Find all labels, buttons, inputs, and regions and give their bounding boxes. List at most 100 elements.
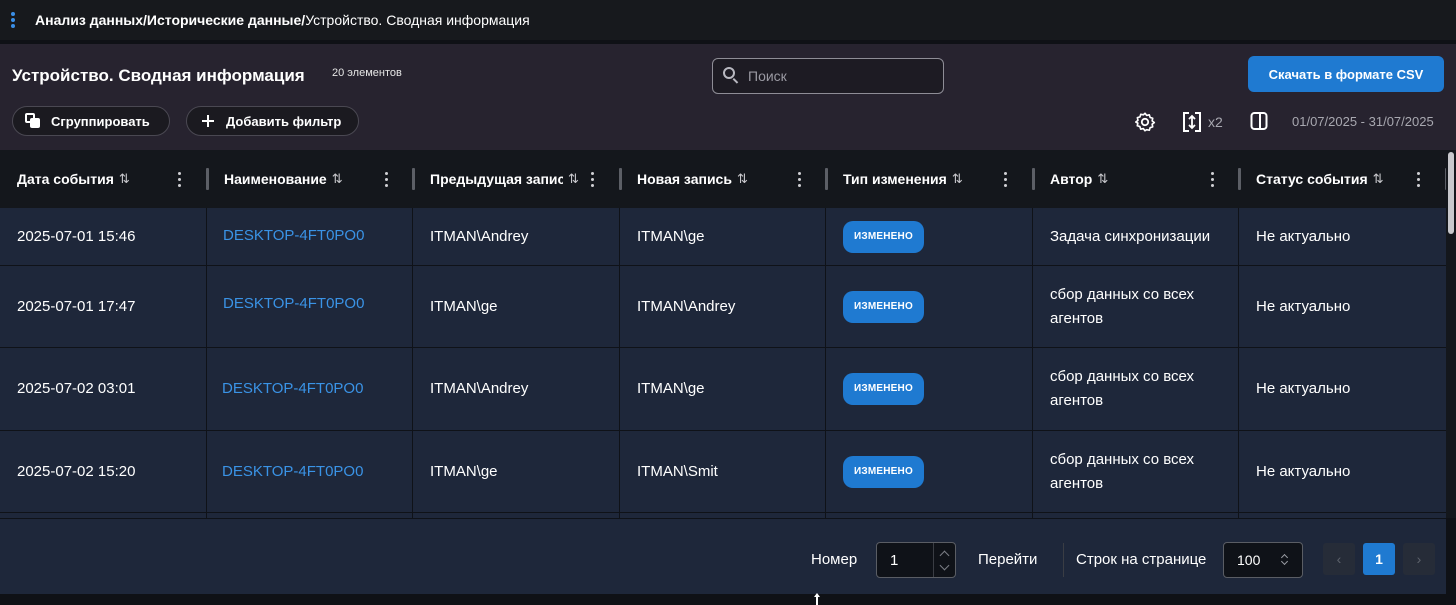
gear-icon[interactable] bbox=[1134, 111, 1156, 133]
page-number-input[interactable]: 1 bbox=[876, 542, 956, 578]
cell-type: ИЗМЕНЕНО bbox=[826, 348, 1033, 430]
element-count: 20 элементов bbox=[332, 67, 402, 79]
column-header-author[interactable]: Автор ⇅ bbox=[1033, 150, 1241, 208]
cell-author: Задача синхронизации bbox=[1033, 208, 1239, 265]
next-page-button[interactable]: › bbox=[1403, 543, 1435, 575]
add-filter-button[interactable]: Добавить фильтр bbox=[186, 106, 359, 136]
sort-icon[interactable]: ⇅ bbox=[332, 171, 343, 187]
cell-new: ITMAN\ge bbox=[620, 348, 826, 430]
device-link[interactable]: DESKTOP-4FT0PO0 bbox=[207, 266, 413, 347]
breadcrumb-item-historical[interactable]: Исторические данные/ bbox=[147, 12, 305, 28]
sort-icon[interactable]: ⇅ bbox=[1097, 171, 1108, 187]
kebab-icon[interactable] bbox=[385, 171, 389, 187]
cell-date: 2025-07-01 17:47 bbox=[0, 266, 207, 347]
status-badge: ИЗМЕНЕНО bbox=[843, 290, 924, 323]
column-header-type[interactable]: Тип изменения ⇅ bbox=[826, 150, 1035, 208]
group-icon bbox=[25, 113, 41, 129]
table-row[interactable]: 2025-07-01 15:46 DESKTOP-4FT0PO0 ITMAN\A… bbox=[0, 208, 1446, 266]
rows-per-page-select[interactable]: 100 bbox=[1223, 542, 1303, 578]
status-badge: ИЗМЕНЕНО bbox=[843, 455, 924, 488]
zoom-label: x2 bbox=[1208, 114, 1223, 130]
footer-divider bbox=[1063, 543, 1064, 577]
cell-author: сбор данных со всех агентов bbox=[1033, 266, 1239, 347]
data-table: Дата события ⇅ Наименование ⇅ Предыдущая… bbox=[0, 150, 1446, 518]
column-header-new[interactable]: Новая запись ⇅ bbox=[620, 150, 828, 208]
device-link[interactable]: DESKTOP-4FT0PO0 bbox=[207, 208, 413, 265]
status-badge: ИЗМЕНЕНО bbox=[843, 373, 924, 405]
scroll-thumb[interactable] bbox=[1448, 152, 1454, 234]
sort-icon[interactable]: ⇅ bbox=[737, 171, 748, 187]
column-header-status[interactable]: Статус события ⇅ bbox=[1239, 150, 1446, 208]
cell-status: Не актуально bbox=[1256, 462, 1351, 480]
date-range[interactable]: 01/07/2025 - 31/07/2025 bbox=[1292, 114, 1434, 129]
cell-type: ИЗМЕНЕНО bbox=[826, 208, 1033, 265]
kebab-icon[interactable] bbox=[591, 171, 595, 187]
menu-dots-icon[interactable] bbox=[0, 0, 26, 40]
page-title: Устройство. Сводная информация bbox=[12, 66, 305, 85]
table-row[interactable]: 2025-07-02 15:20 DESKTOP-4FT0PO0 ITMAN\g… bbox=[0, 431, 1446, 513]
kebab-icon[interactable] bbox=[178, 171, 182, 187]
page-header: Устройство. Сводная информация 20 элемен… bbox=[0, 44, 1456, 150]
chevron-down-icon[interactable] bbox=[939, 560, 950, 571]
table-body: 2025-07-01 15:46 DESKTOP-4FT0PO0 ITMAN\A… bbox=[0, 208, 1446, 518]
bottom-strip bbox=[0, 594, 1456, 605]
rows-per-page-label: Строк на странице bbox=[1076, 551, 1207, 568]
top-bar: Анализ данных/ Исторические данные/ Устр… bbox=[0, 0, 1456, 40]
page-number-label: Номер bbox=[811, 551, 858, 568]
breadcrumb-item-current: Устройство. Сводная информация bbox=[305, 12, 530, 28]
search-box[interactable] bbox=[712, 58, 944, 94]
cell-previous: ITMAN\Andrey bbox=[413, 348, 620, 430]
breadcrumb: Анализ данных/ Исторические данные/ Устр… bbox=[35, 12, 530, 28]
pagination-footer: Номер 1 Перейти Строк на странице 100 ‹ … bbox=[0, 518, 1446, 594]
kebab-icon[interactable] bbox=[1211, 171, 1215, 187]
current-page-button[interactable]: 1 bbox=[1363, 543, 1395, 575]
table-header: Дата события ⇅ Наименование ⇅ Предыдущая… bbox=[0, 150, 1446, 208]
resize-icon[interactable] bbox=[1181, 110, 1203, 134]
cell-previous: ITMAN\ge bbox=[413, 266, 620, 347]
vertical-scrollbar[interactable] bbox=[1446, 150, 1456, 518]
cell-date: 2025-07-02 03:01 bbox=[0, 348, 207, 430]
cursor-icon bbox=[814, 593, 820, 605]
sort-icon[interactable]: ⇅ bbox=[952, 171, 963, 187]
kebab-icon[interactable] bbox=[1004, 171, 1008, 187]
group-button-label: Сгруппировать bbox=[51, 113, 150, 129]
group-button[interactable]: Сгруппировать bbox=[12, 106, 170, 136]
go-button[interactable]: Перейти bbox=[978, 551, 1037, 568]
download-csv-button[interactable]: Скачать в формате CSV bbox=[1248, 56, 1444, 92]
column-header-previous[interactable]: Предыдущая запись ⇅ bbox=[413, 150, 622, 208]
breadcrumb-item-analysis[interactable]: Анализ данных/ bbox=[35, 12, 147, 28]
table-row[interactable]: 2025-07-01 17:47 DESKTOP-4FT0PO0 ITMAN\g… bbox=[0, 266, 1446, 348]
chevron-up-icon[interactable] bbox=[939, 550, 950, 561]
cell-status: Не актуально bbox=[1256, 227, 1351, 245]
add-filter-label: Добавить фильтр bbox=[226, 113, 342, 129]
prev-page-button[interactable]: ‹ bbox=[1323, 543, 1355, 575]
cell-date: 2025-07-02 15:20 bbox=[0, 431, 207, 512]
sort-icon[interactable]: ⇅ bbox=[568, 171, 579, 187]
cell-type: ИЗМЕНЕНО bbox=[826, 431, 1033, 512]
cell-previous: ITMAN\Andrey bbox=[413, 208, 620, 265]
cell-status: Не актуально bbox=[1256, 380, 1351, 397]
cell-new: ITMAN\Smit bbox=[620, 431, 826, 512]
device-link[interactable]: DESKTOP-4FT0PO0 bbox=[207, 348, 413, 430]
cell-date: 2025-07-01 15:46 bbox=[0, 208, 207, 265]
search-icon bbox=[722, 66, 742, 86]
kebab-icon[interactable] bbox=[798, 171, 802, 187]
cell-type: ИЗМЕНЕНО bbox=[826, 266, 1033, 347]
cell-status: Не актуально bbox=[1256, 297, 1351, 315]
panel-icon[interactable] bbox=[1250, 111, 1268, 131]
table-row[interactable]: 2025-07-02 03:01 DESKTOP-4FT0PO0 ITMAN\A… bbox=[0, 348, 1446, 431]
kebab-icon[interactable] bbox=[1417, 171, 1421, 187]
page-stepper[interactable] bbox=[933, 543, 955, 577]
plus-icon bbox=[202, 115, 214, 127]
device-link[interactable]: DESKTOP-4FT0PO0 bbox=[207, 431, 413, 512]
page-number-value[interactable]: 1 bbox=[890, 552, 933, 569]
app-root: Анализ данных/ Исторические данные/ Устр… bbox=[0, 0, 1456, 605]
search-input[interactable] bbox=[748, 68, 943, 84]
cell-previous: ITMAN\ge bbox=[413, 431, 620, 512]
cell-author: сбор данных со всех агентов bbox=[1033, 348, 1239, 430]
column-header-name[interactable]: Наименование ⇅ bbox=[207, 150, 415, 208]
sort-icon[interactable]: ⇅ bbox=[1373, 171, 1384, 187]
column-header-date[interactable]: Дата события ⇅ bbox=[0, 150, 209, 208]
sort-icon[interactable]: ⇅ bbox=[119, 171, 130, 187]
cell-new: ITMAN\Andrey bbox=[620, 266, 826, 347]
